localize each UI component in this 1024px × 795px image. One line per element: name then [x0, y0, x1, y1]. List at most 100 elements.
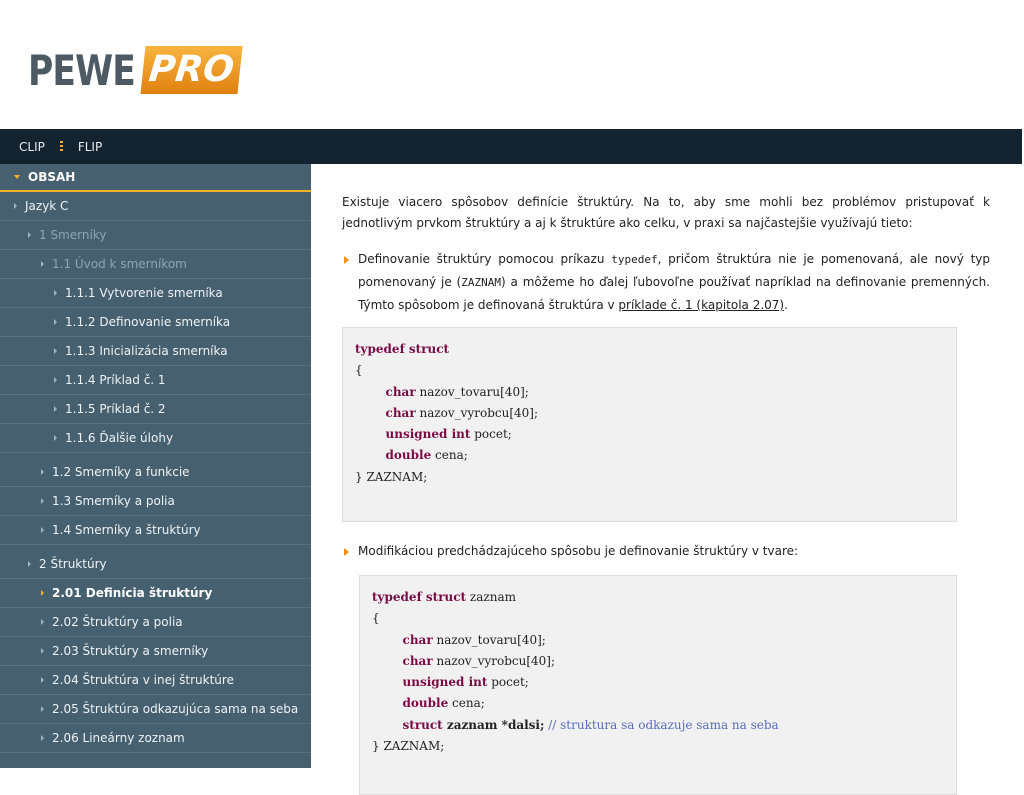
chevron-right-icon	[41, 677, 44, 683]
code-line: typedef struct zaznam	[372, 587, 944, 608]
logo[interactable]: PEWE PRO	[28, 44, 243, 96]
code-block-1: typedef struct { char nazov_tovaru[40]; c…	[342, 327, 957, 522]
sidebar-item-2-06[interactable]: 2.06 Lineárny zoznam	[0, 724, 311, 753]
code-keyword: struct	[402, 717, 443, 732]
sidebar-item-1-4[interactable]: 1.4 Smerníky a štruktúry	[0, 516, 311, 545]
example-link[interactable]: príklade č. 1 (kapitola 2.07)	[618, 298, 784, 312]
sidebar-item-2-01[interactable]: 2.01 Definícia štruktúry	[0, 579, 311, 608]
sidebar-item-label: 2.03 Štruktúry a smerníky	[52, 644, 209, 658]
sidebar-item-1-1-2[interactable]: 1.1.2 Definovanie smerníka	[0, 308, 311, 337]
code-line: double cena;	[355, 445, 944, 466]
sidebar-item-2-05[interactable]: 2.05 Štruktúra odkazujúca sama na seba	[0, 695, 311, 724]
code-line: char nazov_vyrobcu[40];	[355, 403, 944, 424]
code-text: cena;	[431, 448, 468, 463]
bullet-modification: Modifikáciou predchádzajúceho spôsobu je…	[342, 540, 990, 563]
chevron-right-icon	[54, 406, 57, 412]
code-line: } ZAZNAM;	[372, 739, 445, 754]
sidebar-item-label: 1.1.2 Definovanie smerníka	[65, 315, 231, 329]
sidebar-item-label: 2.01 Definícia štruktúry	[52, 586, 213, 600]
sidebar-item-label: Jazyk C	[25, 199, 69, 213]
sidebar-item-label: 1.2 Smerníky a funkcie	[52, 465, 190, 479]
sidebar-item-struktury[interactable]: 2 Štruktúry	[0, 550, 311, 579]
code-comment: // struktura sa odkazuje sama na seba	[544, 717, 779, 732]
chevron-right-icon	[41, 261, 44, 267]
logo-pro: PRO	[140, 46, 243, 94]
bullet-typedef: Definovanie štruktúry pomocou príkazu ty…	[342, 248, 990, 317]
sidebar-item-uvod[interactable]: 1.1 Úvod k smerníkom	[0, 250, 311, 279]
code-keyword: char	[385, 405, 416, 420]
code-line: double cena;	[372, 693, 944, 714]
sidebar-heading-label: OBSAH	[28, 170, 76, 184]
code-line: char nazov_tovaru[40];	[355, 382, 944, 403]
code-keyword: unsigned int	[402, 675, 488, 690]
chevron-right-icon	[28, 232, 31, 238]
code-text: pocet;	[470, 427, 512, 442]
chevron-right-icon	[54, 435, 57, 441]
sidebar-item-1-1-5[interactable]: 1.1.5 Príklad č. 2	[0, 395, 311, 424]
sidebar-item-label: 1 Smerníky	[39, 228, 107, 242]
code-line: {	[372, 611, 380, 626]
sidebar-item-1-1-1[interactable]: 1.1.1 Vytvorenie smerníka	[0, 279, 311, 308]
chevron-right-icon	[41, 527, 44, 533]
chevron-right-icon	[41, 590, 44, 596]
code-text: zaznam	[466, 590, 516, 604]
main-content: Existuje viacero spôsobov definície štru…	[342, 164, 990, 795]
chevron-right-icon	[54, 377, 57, 383]
sidebar-item-1-1-6[interactable]: 1.1.6 Ďalšie úlohy	[0, 424, 311, 453]
code-keyword: typedef struct	[372, 590, 467, 604]
code-text: nazov_vyrobcu[40];	[432, 653, 556, 668]
code-text: zaznam *dalsi;	[442, 717, 545, 732]
sidebar-item-label: 1.1.6 Ďalšie úlohy	[65, 431, 174, 445]
chevron-down-icon	[14, 175, 20, 179]
sidebar-item-1-2[interactable]: 1.2 Smerníky a funkcie	[0, 458, 311, 487]
code-text: nazov_tovaru[40];	[432, 632, 546, 647]
chevron-right-icon	[41, 498, 44, 504]
sidebar-item-1-1-4[interactable]: 1.1.4 Príklad č. 1	[0, 366, 311, 395]
code-keyword: char	[385, 384, 416, 399]
chevron-right-icon	[54, 290, 57, 296]
sidebar-item-smerniky[interactable]: 1 Smerníky	[0, 221, 311, 250]
sidebar-item-label: 1.1.5 Príklad č. 2	[65, 402, 166, 416]
dotted-separator	[59, 141, 63, 152]
chevron-right-icon	[41, 735, 44, 741]
code-keyword: char	[402, 653, 433, 668]
code-text: nazov_tovaru[40];	[415, 384, 529, 399]
sidebar-item-label: 2.06 Lineárny zoznam	[52, 731, 185, 745]
flip-link[interactable]: FLIP	[78, 140, 102, 154]
sidebar-item-label: 1.1.4 Príklad č. 1	[65, 373, 166, 387]
sidebar-item-label: 1.1.1 Vytvorenie smerníka	[65, 286, 223, 300]
sidebar-item-label: 1.1 Úvod k smerníkom	[52, 257, 187, 271]
top-nav: CLIP FLIP	[0, 129, 1022, 164]
text-segment: Definovanie štruktúry pomocou príkazu	[358, 252, 612, 266]
code-text: pocet;	[487, 675, 529, 690]
chevron-right-icon	[28, 561, 31, 567]
sidebar-item-2-04[interactable]: 2.04 Štruktúra v inej štruktúre	[0, 666, 311, 695]
code-keyword: double	[402, 696, 449, 711]
code-line: {	[355, 363, 363, 378]
sidebar-item-1-1-3[interactable]: 1.1.3 Inicializácia smerníka	[0, 337, 311, 366]
code-keyword: char	[402, 632, 433, 647]
code-line: unsigned int pocet;	[372, 672, 944, 693]
sidebar-item-2-03[interactable]: 2.03 Štruktúry a smerníky	[0, 637, 311, 666]
sidebar-item-jazyk-c[interactable]: Jazyk C	[0, 192, 311, 221]
sidebar-item-label: 2.05 Štruktúra odkazujúca sama na seba	[52, 702, 299, 716]
sidebar-item-label: 1.1.3 Inicializácia smerníka	[65, 344, 228, 358]
code-line: char nazov_vyrobcu[40];	[372, 651, 944, 672]
sidebar-item-label: 2.02 Štruktúry a polia	[52, 615, 183, 629]
clip-link[interactable]: CLIP	[19, 140, 45, 154]
sidebar-heading-obsah[interactable]: OBSAH	[0, 164, 311, 192]
sidebar-item-label: 1.4 Smerníky a štruktúry	[52, 523, 201, 537]
sidebar-item-2-02[interactable]: 2.02 Štruktúry a polia	[0, 608, 311, 637]
chevron-right-icon	[41, 648, 44, 654]
code-keyword: typedef struct	[355, 342, 450, 356]
code-block-2: typedef struct zaznam { char nazov_tovaru…	[359, 575, 957, 795]
code-keyword: double	[385, 448, 432, 463]
code-line: char nazov_tovaru[40];	[372, 630, 944, 651]
intro-paragraph: Existuje viacero spôsobov definície štru…	[342, 195, 990, 230]
code-line: struct zaznam *dalsi; // struktura sa od…	[372, 715, 944, 736]
sidebar-item-1-3[interactable]: 1.3 Smerníky a polia	[0, 487, 311, 516]
chevron-right-icon	[54, 348, 57, 354]
code-text: nazov_vyrobcu[40];	[415, 405, 539, 420]
logo-pewe: PEWE	[28, 45, 136, 95]
inline-code: typedef	[611, 253, 658, 266]
